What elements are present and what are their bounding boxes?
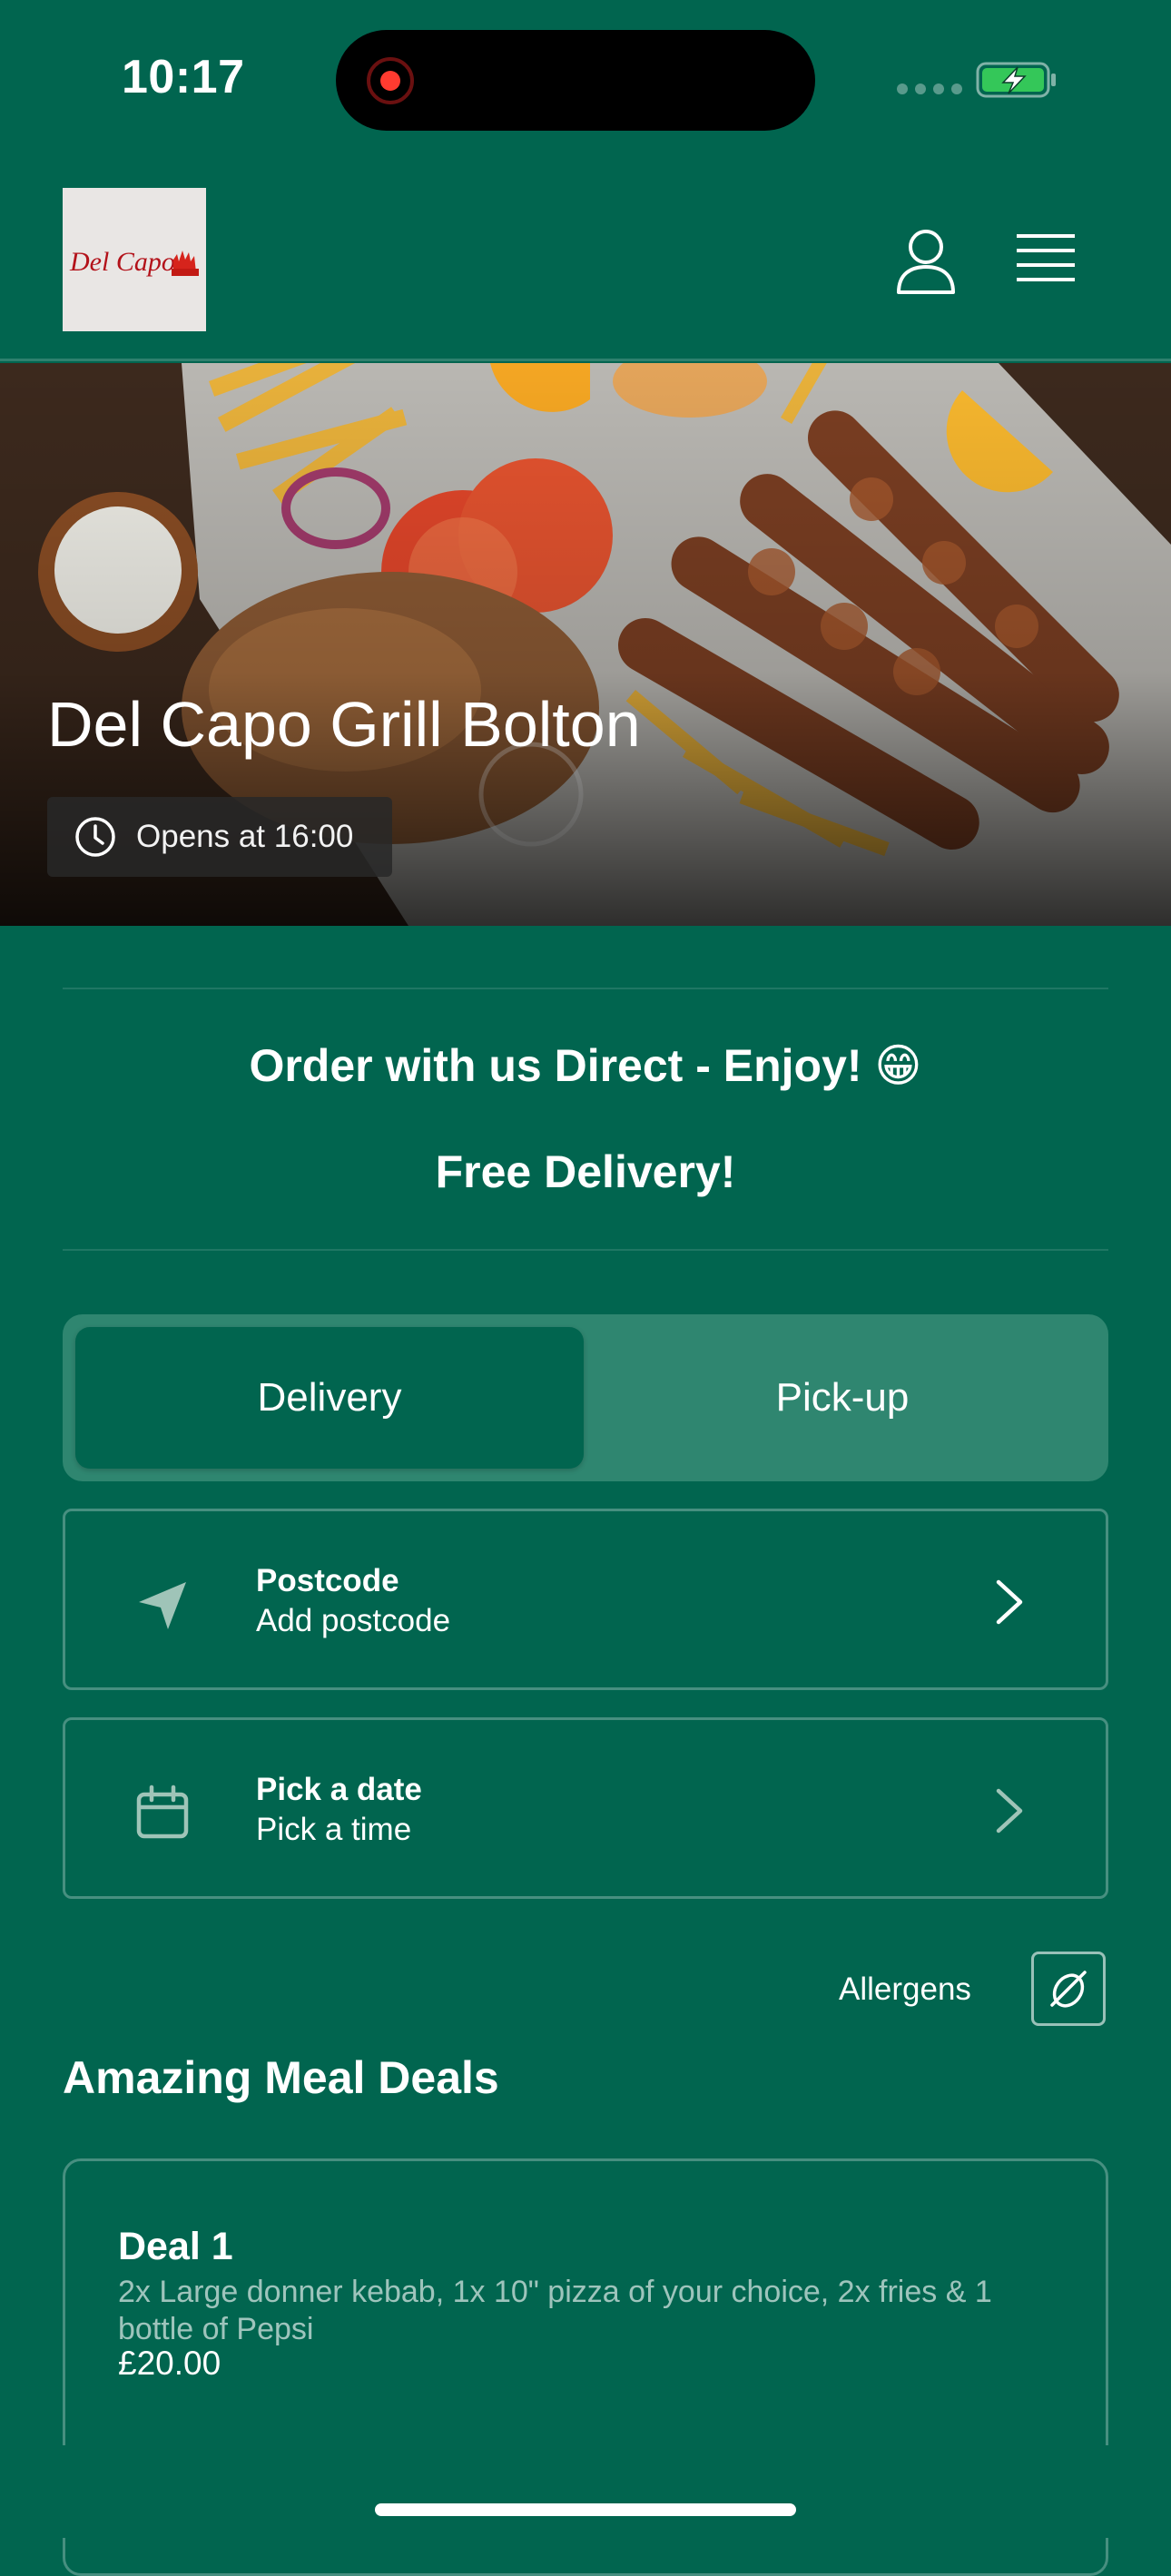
opening-status-badge: Opens at 16:00 xyxy=(47,797,392,877)
pick-date-row[interactable]: Pick a date Pick a time xyxy=(63,1717,1108,1899)
allergens-label[interactable]: Allergens xyxy=(839,1971,971,2008)
chevron-right-icon xyxy=(996,1788,1023,1834)
chevron-right-icon xyxy=(996,1579,1023,1625)
pick-time-subtitle: Pick a time xyxy=(256,1812,412,1847)
pickup-option[interactable]: Pick-up xyxy=(589,1327,1096,1469)
status-time: 10:17 xyxy=(122,51,245,103)
pick-date-title: Pick a date xyxy=(256,1772,422,1807)
menu-item-price: £20.00 xyxy=(118,2345,221,2382)
logo-flame-icon: Del Capo xyxy=(69,247,199,277)
svg-text:Del Capo: Del Capo xyxy=(69,247,175,277)
calendar-icon xyxy=(136,1785,189,1839)
hamburger-menu-icon[interactable] xyxy=(1017,232,1075,285)
clock-icon xyxy=(75,817,115,857)
promo-message: Order with us Direct - Enjoy! 😁 xyxy=(249,1040,922,1091)
postcode-subtitle: Add postcode xyxy=(256,1603,451,1638)
allergens-icon xyxy=(1050,1971,1087,2008)
restaurant-name: Del Capo Grill Bolton xyxy=(47,689,641,760)
opening-status-text: Opens at 16:00 xyxy=(136,819,354,854)
order-mode-toggle: Delivery Pick-up xyxy=(63,1314,1108,1481)
menu-section-title: Amazing Meal Deals xyxy=(63,2052,499,2103)
delivery-option[interactable]: Delivery xyxy=(75,1327,584,1469)
allergens-button[interactable] xyxy=(1031,1952,1106,2026)
signal-icon xyxy=(897,84,962,94)
screen-recording-icon xyxy=(367,57,414,104)
location-arrow-icon xyxy=(139,1582,186,1629)
home-indicator[interactable] xyxy=(375,2503,796,2516)
postcode-title: Postcode xyxy=(256,1563,399,1598)
user-icon[interactable] xyxy=(894,227,958,296)
battery-charging-icon xyxy=(976,62,1056,98)
divider xyxy=(63,988,1108,989)
hero-banner: Del Capo Grill Bolton Opens at 16:00 xyxy=(0,363,1171,926)
restaurant-logo[interactable]: Del Capo xyxy=(63,188,206,331)
menu-item-name: Deal 1 xyxy=(118,2225,233,2268)
divider xyxy=(63,1249,1108,1251)
status-bar: 10:17 xyxy=(0,0,1171,163)
postcode-row[interactable]: Postcode Add postcode xyxy=(63,1509,1108,1690)
app-header: Del Capo xyxy=(0,163,1171,361)
dynamic-island xyxy=(336,30,815,131)
menu-item-description: 2x Large donner kebab, 1x 10" pizza of y… xyxy=(118,2275,992,2346)
bottom-safe-area xyxy=(0,2445,1171,2538)
promo-free-delivery: Free Delivery! xyxy=(435,1146,736,1197)
